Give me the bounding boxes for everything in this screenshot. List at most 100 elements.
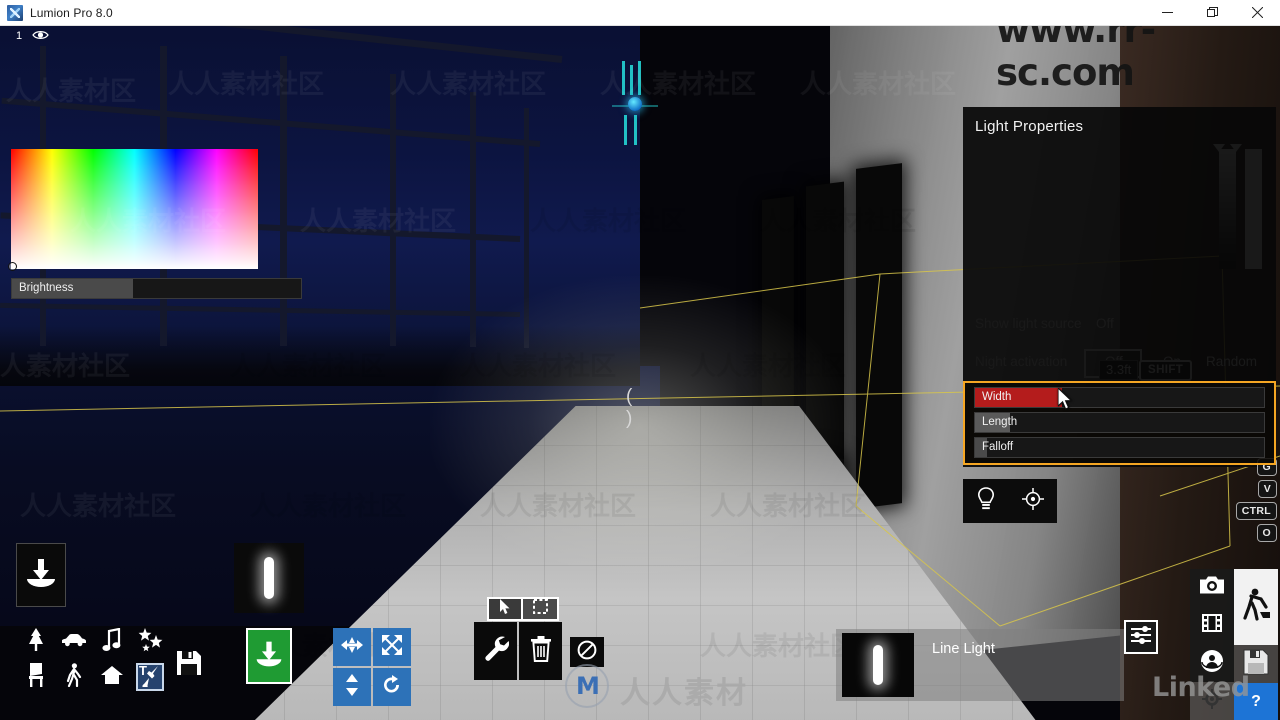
category-people[interactable] (60, 662, 88, 692)
shortcut-badge-v[interactable]: V (1257, 480, 1277, 498)
mode-panel: ? (1190, 569, 1278, 720)
properties-tool[interactable] (474, 622, 517, 680)
selection-brackets: ( ) (626, 386, 639, 429)
no-action-tool[interactable] (570, 637, 604, 667)
place-green-icon (254, 639, 284, 674)
worker-icon (1241, 588, 1271, 627)
music-note-icon (102, 627, 122, 657)
line-light-thumbnail (264, 557, 274, 599)
category-row-top (22, 627, 164, 657)
height-arrows-icon (345, 673, 359, 701)
rotate-tool[interactable] (373, 668, 411, 706)
scene-layer-number: 1 (16, 30, 23, 42)
mouse-cursor (1058, 388, 1073, 410)
shortcut-badge-o[interactable]: O (1256, 524, 1277, 542)
lumion-icon (7, 4, 23, 21)
person-icon (66, 662, 82, 692)
light-gizmo[interactable] (612, 61, 658, 146)
camera-icon (1199, 575, 1225, 600)
maximize-icon[interactable] (1190, 0, 1235, 26)
marquee-select-icon (532, 599, 548, 619)
brightness-slider[interactable]: Brightness (11, 278, 302, 299)
move-arrows-icon (341, 636, 363, 659)
photo-mode-button[interactable] (1190, 569, 1234, 607)
scene-layer-badge[interactable]: 1 (8, 26, 57, 46)
line-light-thumbnail (842, 633, 914, 697)
selection-tool-tabs (487, 597, 559, 621)
window-title-bar: Lumion Pro 8.0 (0, 0, 1280, 26)
light-dimension-sliders: Width Length Falloff (963, 381, 1276, 465)
light-preview-thumbnail (234, 543, 304, 613)
floppy-save-icon (176, 650, 202, 681)
category-toolbar: T (22, 627, 164, 698)
mode-column-right: ? (1234, 569, 1278, 720)
rotate-icon (381, 674, 403, 701)
category-sound[interactable] (98, 627, 126, 657)
selected-object-info-bar: Line Light (836, 629, 1124, 701)
house-icon (100, 665, 124, 690)
panorama-icon (1200, 649, 1224, 678)
object-settings-button[interactable] (1124, 620, 1158, 654)
select-pointer-tab[interactable] (487, 597, 523, 621)
eye-icon[interactable] (32, 29, 49, 44)
floppy-save-icon (1243, 649, 1269, 680)
save-scene-button-left[interactable] (174, 650, 204, 680)
gear-icon (1202, 688, 1222, 714)
build-mode-button[interactable] (1234, 569, 1278, 645)
minimize-icon[interactable] (1145, 0, 1190, 26)
transform-tools (333, 628, 411, 706)
doorway-recess (856, 163, 902, 509)
category-utilities[interactable]: T (136, 663, 164, 691)
category-outdoor[interactable] (98, 663, 126, 691)
category-transport[interactable] (60, 628, 88, 656)
width-label: Width (982, 391, 1012, 403)
length-label: Length (982, 416, 1018, 428)
width-slider[interactable]: Width (974, 387, 1265, 408)
selected-object-name: Line Light (932, 641, 995, 657)
scale-arrows-icon (381, 634, 403, 661)
hue-saturation-field[interactable] (11, 149, 258, 269)
falloff-label: Falloff (982, 441, 1014, 453)
context-tools (474, 622, 562, 680)
marquee-select-tab[interactable] (523, 597, 559, 621)
car-icon (61, 633, 87, 652)
category-row-bottom: T (22, 662, 164, 692)
target-crosshair-icon[interactable] (1021, 487, 1044, 515)
window-title: Lumion Pro 8.0 (30, 5, 113, 20)
cursor-arrow-icon (499, 598, 512, 620)
wrench-icon (483, 635, 509, 668)
close-icon[interactable] (1235, 0, 1280, 26)
move-tool[interactable] (333, 628, 371, 666)
svg-text:T: T (139, 663, 147, 678)
place-object-button[interactable] (16, 543, 66, 607)
panel-title: Light Properties (975, 118, 1084, 135)
color-picker-cursor[interactable] (8, 262, 17, 271)
window-controls (1145, 0, 1280, 26)
brightness-label: Brightness (19, 282, 74, 294)
text-wrench-icon: T (138, 663, 162, 692)
movie-mode-button[interactable] (1190, 606, 1234, 645)
film-strip-icon (1201, 613, 1223, 638)
falloff-slider[interactable]: Falloff (974, 437, 1265, 458)
save-scene-button[interactable] (1234, 645, 1278, 683)
settings-mode-button[interactable] (1190, 682, 1234, 720)
light-bulb-icon[interactable] (977, 486, 995, 516)
place-green-button[interactable] (246, 628, 292, 684)
length-slider[interactable]: Length (974, 412, 1265, 433)
no-entry-icon (577, 640, 597, 665)
keyboard-shortcut-badges: G V CTRL O (1235, 458, 1277, 542)
category-effects[interactable] (136, 627, 164, 657)
place-object-icon (24, 556, 58, 595)
lumion-application-window: Lumion Pro 8.0 () 人人素材社区 人人素材社区 1 Light… (0, 0, 1280, 720)
category-nature[interactable] (22, 627, 50, 656)
shortcut-badge-ctrl[interactable]: CTRL (1235, 502, 1277, 520)
category-indoor[interactable] (22, 662, 50, 692)
scale-tool[interactable] (373, 628, 411, 666)
light-mini-panel (963, 479, 1057, 523)
height-tool[interactable] (333, 668, 371, 706)
help-button[interactable]: ? (1234, 683, 1278, 720)
chair-icon (26, 662, 46, 692)
stars-icon (137, 627, 163, 657)
panorama-mode-button[interactable] (1190, 644, 1234, 683)
delete-tool[interactable] (519, 622, 562, 680)
